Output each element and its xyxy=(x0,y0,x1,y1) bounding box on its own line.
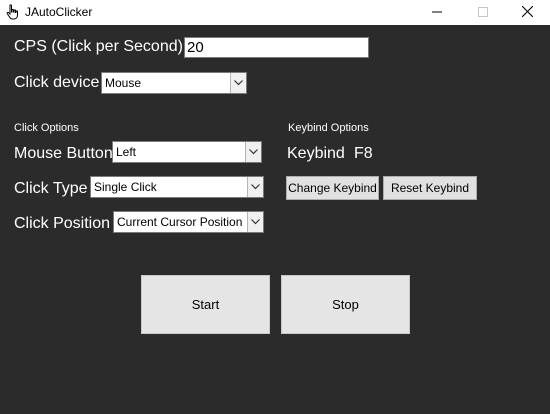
minimize-button[interactable] xyxy=(414,0,460,25)
mouse-button-value: Left xyxy=(116,145,137,159)
start-button[interactable]: Start xyxy=(141,275,270,334)
mouse-button-select[interactable]: Left xyxy=(112,141,262,163)
hand-pointer-icon xyxy=(6,4,20,20)
chevron-down-icon[interactable] xyxy=(230,73,246,93)
stop-button[interactable]: Stop xyxy=(281,275,410,334)
click-device-label: Click device xyxy=(14,74,100,91)
click-position-select[interactable]: Current Cursor Position xyxy=(113,211,264,233)
click-type-label: Click Type xyxy=(14,180,88,197)
chevron-down-icon[interactable] xyxy=(245,142,261,162)
keybind-value: F8 xyxy=(354,145,373,162)
title-bar: JAutoClicker xyxy=(0,0,550,25)
cps-label: CPS (Click per Second) xyxy=(14,38,183,55)
click-device-value: Mouse xyxy=(105,76,142,90)
click-position-label: Click Position xyxy=(14,215,111,232)
keybind-label: Keybind xyxy=(287,145,345,162)
reset-keybind-button[interactable]: Reset Keybind xyxy=(383,176,477,200)
click-type-select[interactable]: Single Click xyxy=(90,176,264,198)
close-button[interactable] xyxy=(504,0,550,25)
cps-input[interactable] xyxy=(184,37,369,58)
chevron-down-icon[interactable] xyxy=(247,177,263,197)
app-window: JAutoClicker CPS (Click per Second) Clic… xyxy=(0,0,550,414)
change-keybind-button[interactable]: Change Keybind xyxy=(286,176,379,200)
chevron-down-icon[interactable] xyxy=(247,212,263,232)
minimize-icon xyxy=(432,4,442,22)
click-position-value: Current Cursor Position xyxy=(117,215,243,229)
mouse-button-label: Mouse Button xyxy=(14,145,113,162)
click-type-value: Single Click xyxy=(94,180,157,194)
maximize-icon xyxy=(478,4,488,22)
window-title: JAutoClicker xyxy=(25,5,93,19)
main-panel: CPS (Click per Second) Click device Mous… xyxy=(0,25,550,414)
click-options-heading: Click Options xyxy=(14,122,79,134)
maximize-button[interactable] xyxy=(460,0,506,25)
keybind-options-heading: Keybind Options xyxy=(288,122,369,134)
click-device-select[interactable]: Mouse xyxy=(101,72,247,94)
close-icon xyxy=(521,4,533,22)
